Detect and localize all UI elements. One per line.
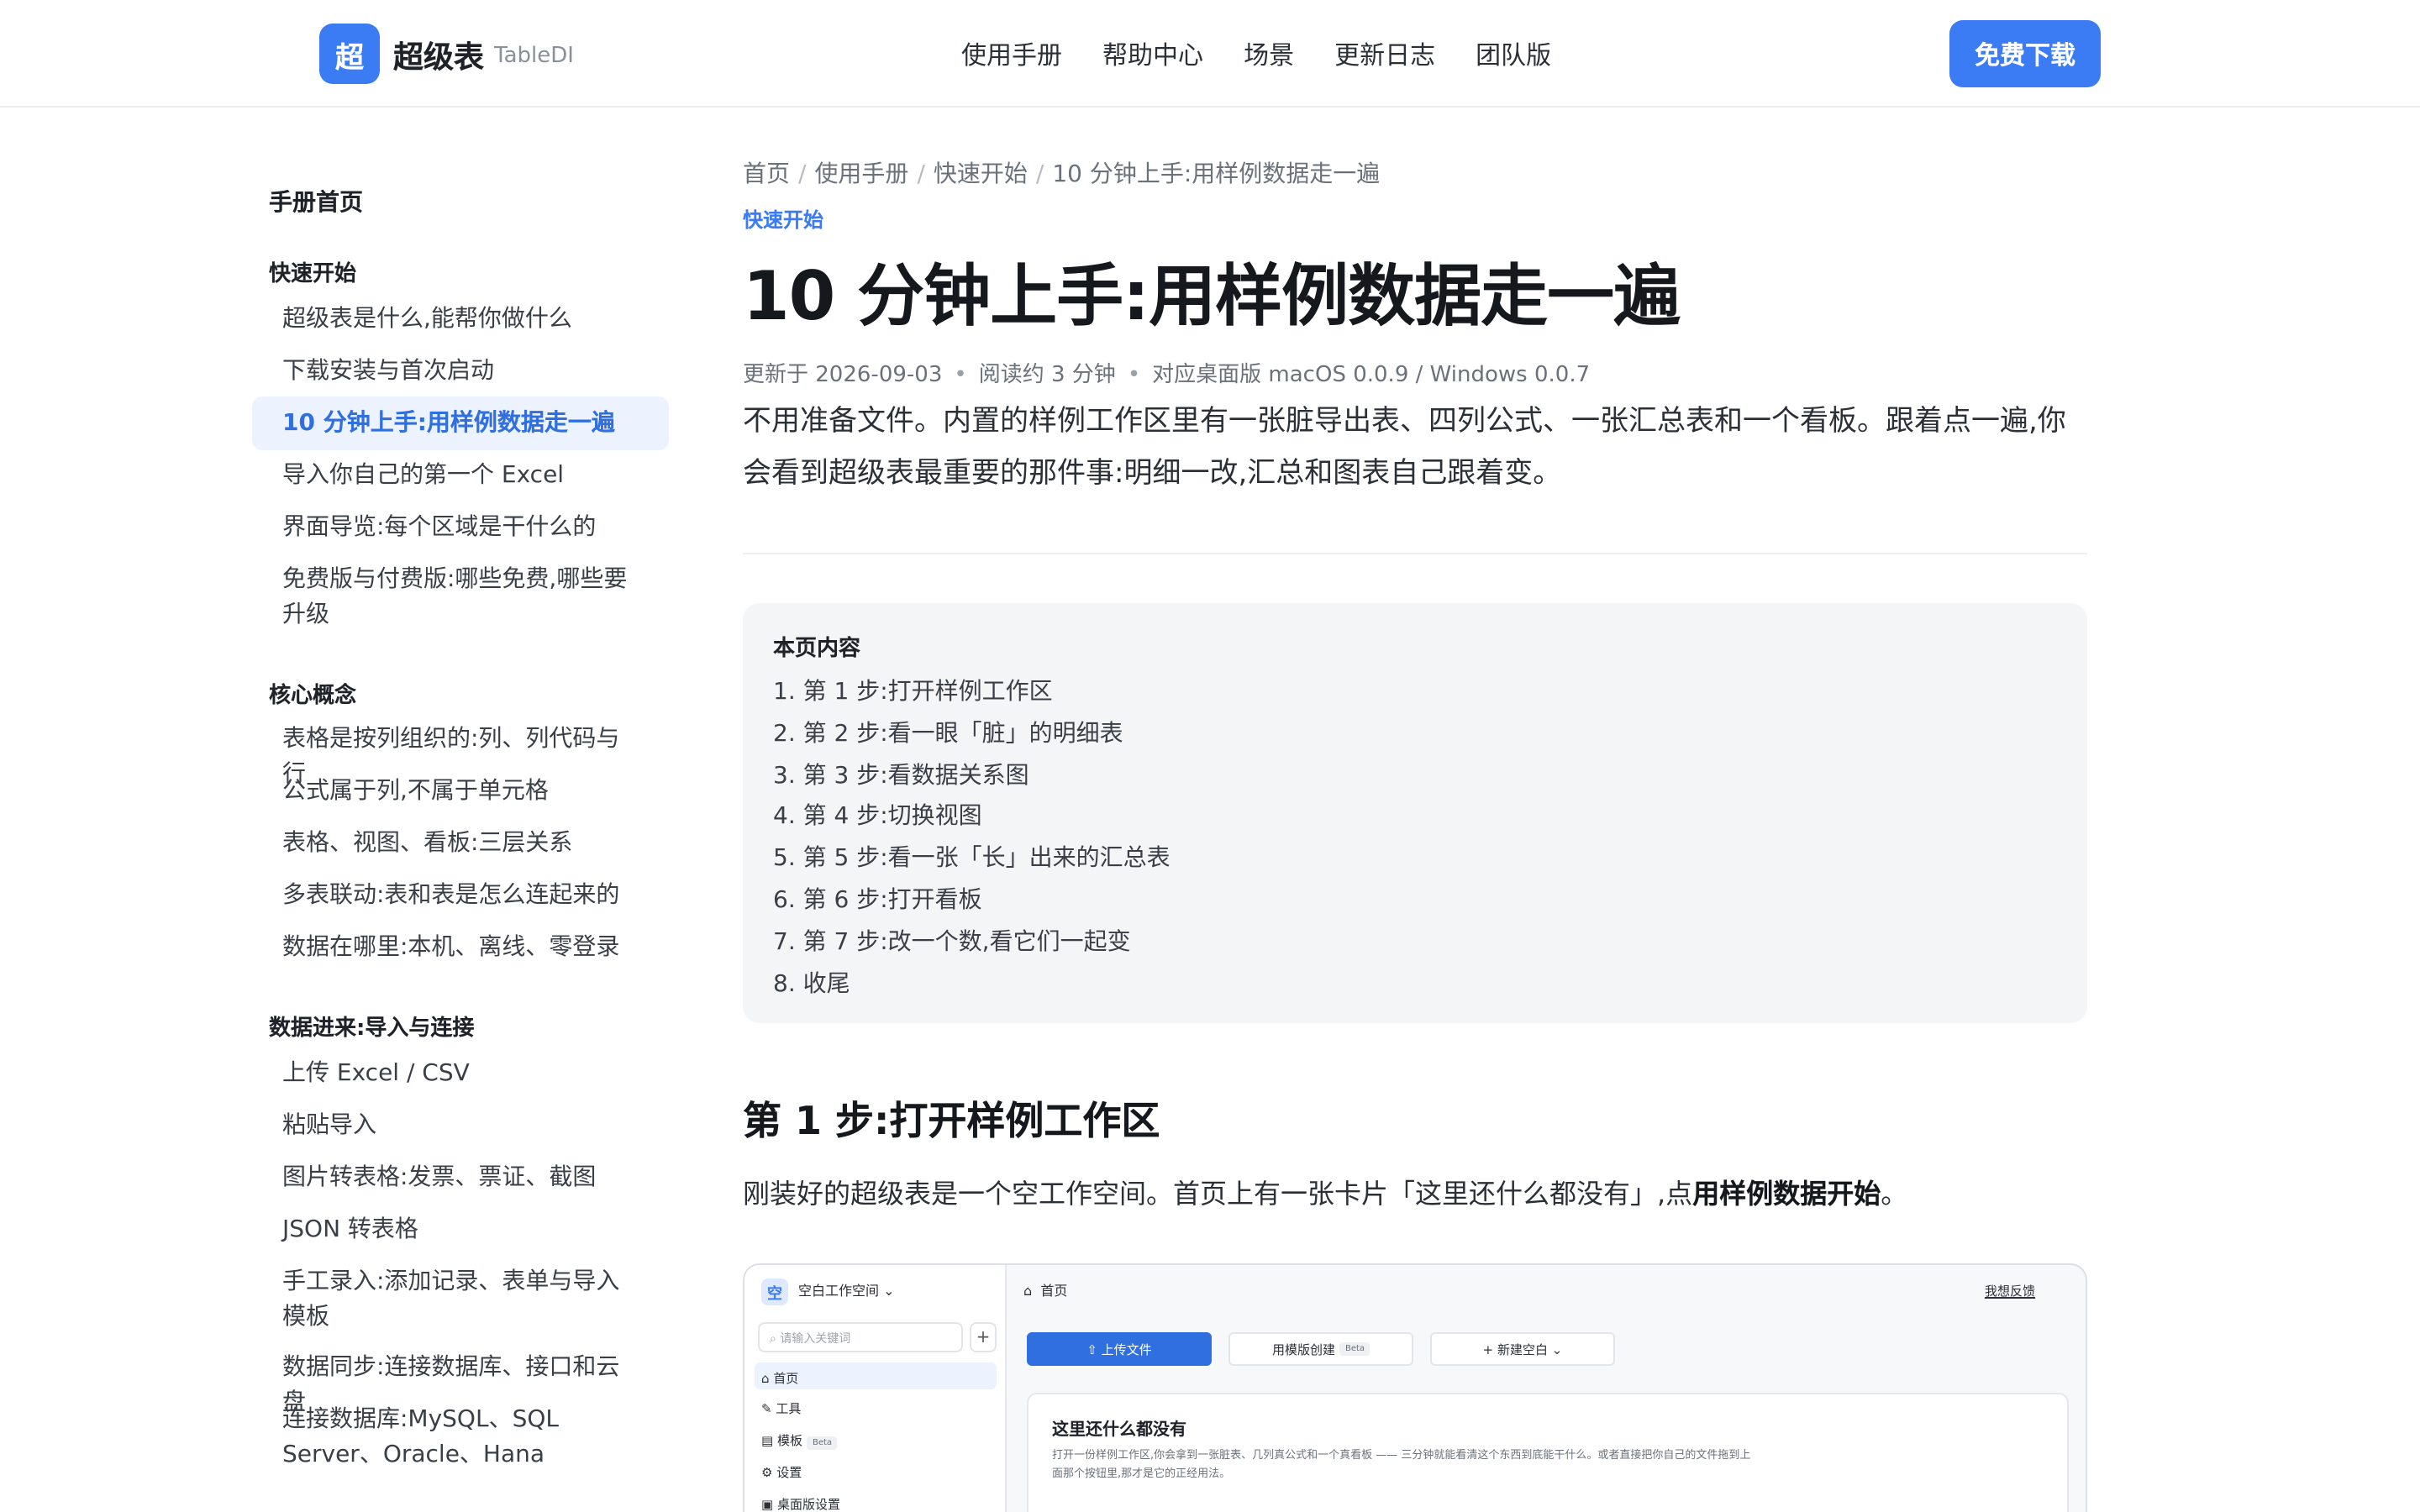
sidebar-item[interactable]: 上传 Excel / CSV: [252, 1057, 669, 1092]
article-meta: 更新于 2026-09-03 • 阅读约 3 分钟 • 对应桌面版 macOS 0.0.…: [743, 363, 1591, 388]
sidebar-item[interactable]: 粘贴导入: [252, 1109, 669, 1144]
sidebar-item[interactable]: 表格、视图、看板:三层关系: [252, 827, 669, 862]
toc-item[interactable]: 3. 第 3 步:看数据关系图: [773, 755, 2057, 797]
sidebar-item[interactable]: 手工录入:添加记录、表单与导入模板: [252, 1265, 669, 1336]
screenshot-sidebar: 空 空白工作空间 ⌄ ⌕ 请输入关键词 + ⌂ 首页 ✎ 工具 ▤ 模板 Beta…: [744, 1265, 1007, 1512]
sidebar-section-title: 核心概念: [269, 684, 357, 709]
sidebar-item[interactable]: 数据在哪里:本机、离线、零登录: [252, 931, 669, 966]
toc-item[interactable]: 4. 第 4 步:切换视图: [773, 797, 2057, 839]
sidebar-item[interactable]: 界面导览:每个区域是干什么的: [252, 511, 669, 546]
lead-paragraph: 不用准备文件。内置的样例工作区里有一张脏导出表、四列公式、一张汇总表和一个看板。…: [743, 405, 2066, 491]
workspace-name: 空白工作空间 ⌄: [798, 1284, 895, 1299]
breadcrumb-current: 10 分钟上手:用样例数据走一遍: [1052, 161, 1381, 188]
main-nav: 使用手册 帮助中心 场景 更新日志 团队版: [961, 37, 1551, 72]
top-navbar: 超 超级表 TableDI 使用手册 帮助中心 场景 更新日志 团队版 免费下载: [0, 0, 2420, 108]
sidebar-section-title: 快速开始: [269, 262, 357, 287]
workspace-icon: 空: [761, 1278, 788, 1305]
toc-item[interactable]: 8. 收尾: [773, 963, 2057, 1005]
breadcrumb-manual[interactable]: 使用手册: [814, 161, 908, 188]
screenshot-card-title: 这里还什么都没有: [1052, 1421, 1186, 1440]
sidebar-item[interactable]: 下载安装与首次启动: [252, 354, 669, 390]
screenshot-nav-tools: ✎ 工具: [761, 1401, 802, 1416]
toc-item[interactable]: 2. 第 2 步:看一眼「脏」的明细表: [773, 714, 2057, 756]
logo-icon[interactable]: 超: [319, 24, 380, 84]
sidebar-item[interactable]: 超级表是什么,能帮你做什么: [252, 302, 669, 338]
sidebar-item[interactable]: 免费版与付费版:哪些免费,哪些要升级: [252, 563, 669, 633]
screenshot-nav-desktop-settings: ▣ 桌面版设置: [761, 1497, 840, 1512]
sidebar-section-title: 数据进来:导入与连接: [269, 1016, 475, 1042]
section-heading: 第 1 步:打开样例工作区: [743, 1100, 1160, 1144]
screenshot-card-desc: 打开一份样例工作区,你会拿到一张脏表、几列真公式和一个真看板 —— 三分钟就能看…: [1052, 1448, 1751, 1480]
brand-name[interactable]: 超级表: [393, 34, 484, 77]
toc-item[interactable]: 7. 第 7 步:改一个数,看它们一起变: [773, 922, 2057, 964]
screenshot-nav-settings: ⚙ 设置: [761, 1465, 802, 1480]
brand-subtitle: TableDI: [494, 44, 574, 69]
sidebar-item[interactable]: JSON 转表格: [252, 1213, 669, 1248]
screenshot-topbar-title: ⌂ 首页: [1023, 1284, 1068, 1299]
toc-item[interactable]: 5. 第 5 步:看一张「长」出来的汇总表: [773, 838, 2057, 880]
nav-manual[interactable]: 使用手册: [961, 37, 1062, 72]
sidebar-home-link[interactable]: 手册首页: [269, 185, 363, 218]
screenshot-nav-home: ⌂ 首页: [755, 1362, 997, 1389]
divider: [743, 553, 2087, 554]
reading-time: 阅读约 3 分钟: [978, 363, 1116, 388]
sidebar-item[interactable]: 公式属于列,不属于单元格: [252, 774, 669, 810]
category-tag[interactable]: 快速开始: [743, 205, 823, 234]
sidebar-item-active[interactable]: 10 分钟上手:用样例数据走一遍: [252, 396, 669, 450]
screenshot-feedback: 我想反馈: [1985, 1284, 2035, 1299]
sidebar-item[interactable]: 导入你自己的第一个 Excel: [252, 459, 669, 494]
download-button[interactable]: 免费下载: [1949, 20, 2101, 87]
screenshot-nav-templates: ▤ 模板 Beta: [761, 1431, 838, 1450]
app-screenshot: 空 空白工作空间 ⌄ ⌕ 请输入关键词 + ⌂ 首页 ✎ 工具 ▤ 模板 Beta…: [743, 1263, 2087, 1512]
toc-item[interactable]: 1. 第 1 步:打开样例工作区: [773, 672, 2057, 714]
screenshot-upload-button: ⇧ 上传文件: [1027, 1332, 1212, 1366]
toc-title: 本页内容: [773, 637, 861, 662]
nav-team[interactable]: 团队版: [1476, 37, 1551, 72]
breadcrumb-home[interactable]: 首页: [743, 161, 790, 188]
plus-icon: +: [970, 1322, 997, 1352]
version-info: 对应桌面版 macOS 0.0.9 / Windows 0.0.7: [1152, 363, 1591, 388]
screenshot-empty-card: 这里还什么都没有 打开一份样例工作区,你会拿到一张脏表、几列真公式和一个真看板 …: [1027, 1393, 2069, 1512]
screenshot-new-button: + 新建空白 ⌄: [1430, 1332, 1615, 1366]
table-of-contents: 本页内容 1. 第 1 步:打开样例工作区 2. 第 2 步:看一眼「脏」的明细…: [743, 603, 2087, 1023]
updated-date: 更新于 2026-09-03: [743, 363, 943, 388]
sidebar-item[interactable]: 多表联动:表和表是怎么连起来的: [252, 879, 669, 914]
nav-help[interactable]: 帮助中心: [1102, 37, 1203, 72]
sidebar-item[interactable]: 图片转表格:发票、票证、截图: [252, 1161, 669, 1196]
screenshot-search: ⌕ 请输入关键词: [758, 1322, 963, 1352]
breadcrumb: 首页 / 使用手册 / 快速开始/10 分钟上手:用样例数据走一遍: [743, 161, 1381, 188]
nav-scenes[interactable]: 场景: [1244, 37, 1294, 72]
sidebar-item[interactable]: 连接数据库:MySQL、SQL Server、Oracle、Hana: [252, 1403, 669, 1473]
screenshot-template-button: 用模版创建 Beta: [1228, 1332, 1413, 1366]
toc-item[interactable]: 6. 第 6 步:打开看板: [773, 880, 2057, 922]
breadcrumb-quickstart[interactable]: 快速开始: [934, 161, 1028, 188]
nav-changelog[interactable]: 更新日志: [1334, 37, 1435, 72]
section-paragraph: 刚装好的超级表是一个空工作空间。首页上有一张卡片「这里还什么都没有」,点用样例数…: [743, 1178, 1908, 1210]
page-title: 10 分钟上手:用样例数据走一遍: [743, 259, 1681, 336]
